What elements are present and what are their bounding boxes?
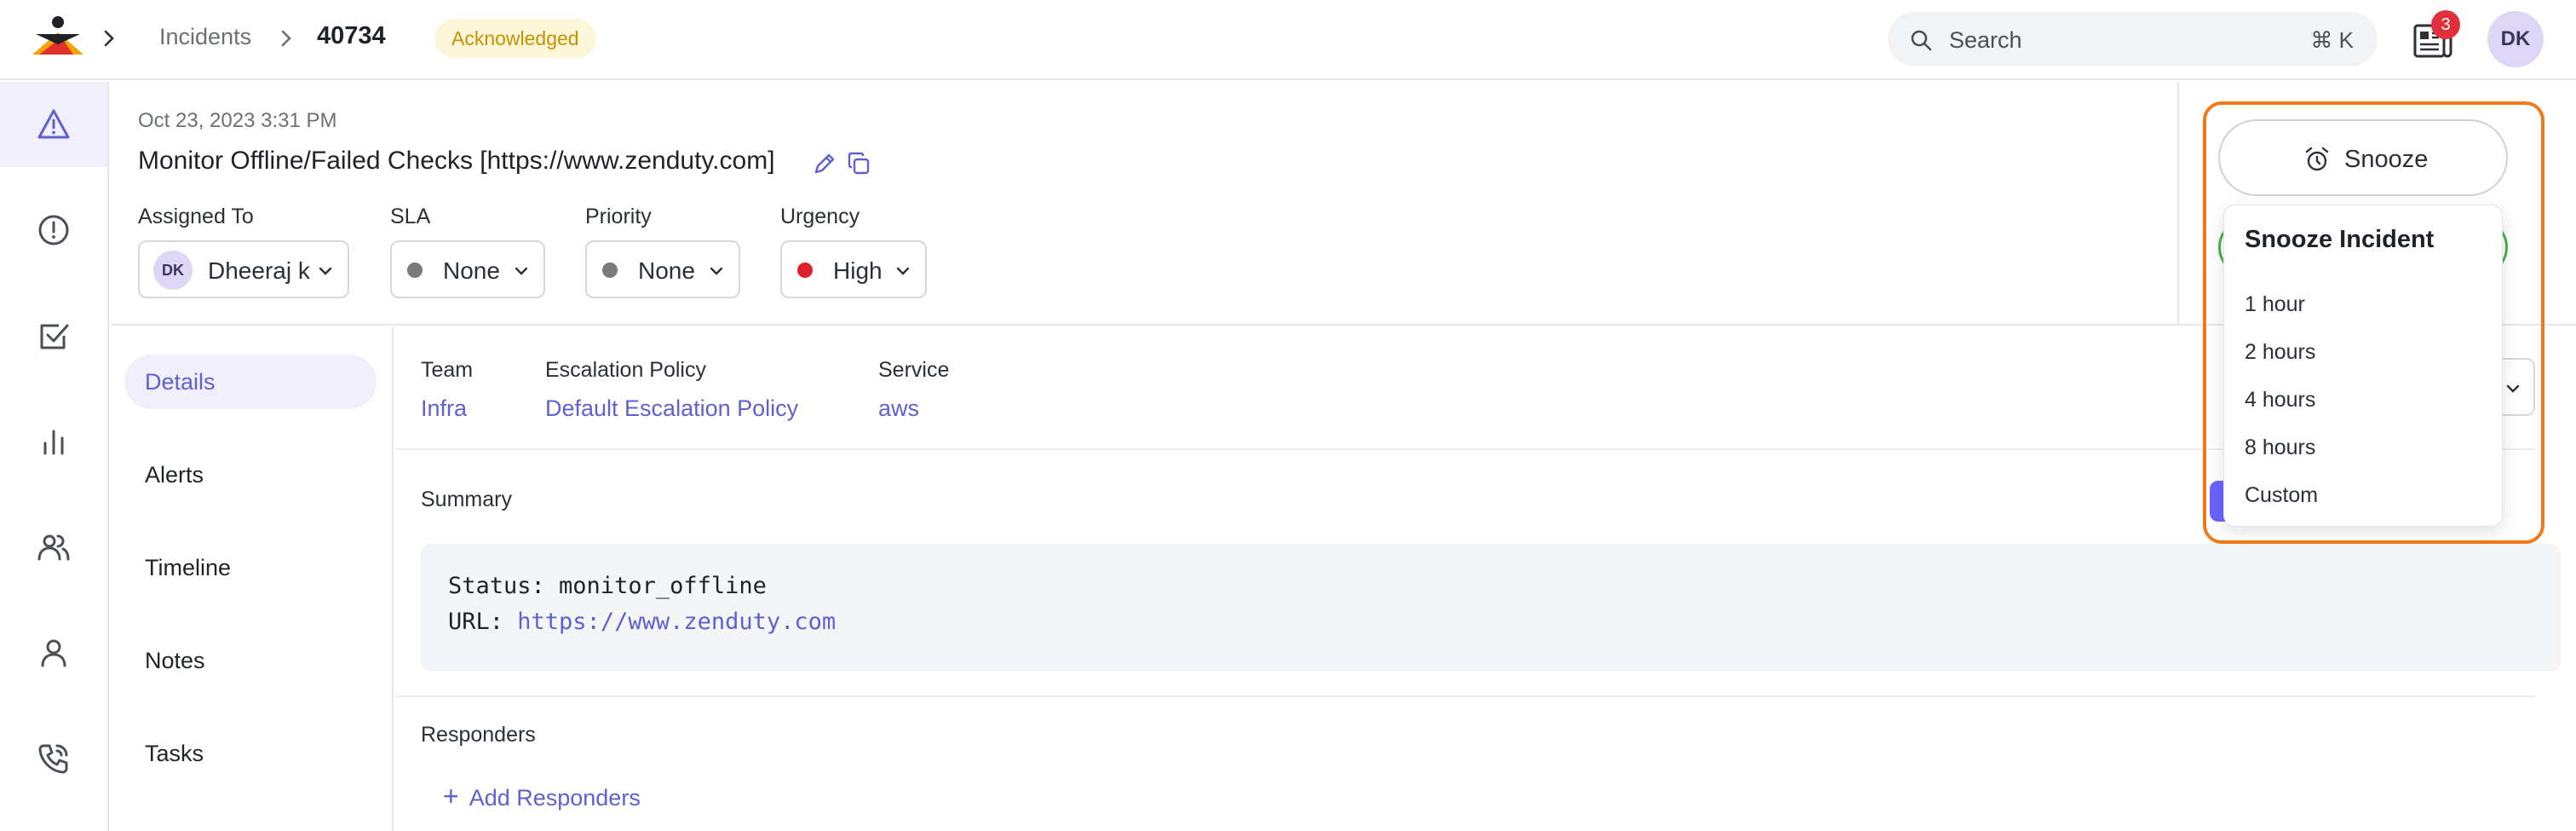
subnav-label: Details	[145, 369, 216, 395]
search-input[interactable]: Search ⌘ K	[1888, 12, 2378, 66]
incident-header: Oct 23, 2023 3:31 PM Monitor Offline/Fai…	[111, 82, 2177, 326]
summary-url-link[interactable]: https://www.zenduty.com	[517, 609, 836, 635]
snooze-button[interactable]: Snooze	[2218, 119, 2508, 196]
subnav-alerts[interactable]: Alerts	[124, 447, 377, 502]
checkbox-icon	[40, 324, 69, 349]
priority-dot	[602, 263, 618, 278]
alarm-clock-icon	[2305, 147, 2329, 171]
rail-calls[interactable]	[0, 716, 107, 801]
user-avatar[interactable]: DK	[2487, 11, 2544, 67]
assignee-avatar: DK	[153, 251, 193, 290]
incident-subnav: Details Alerts Timeline Notes Tasks	[111, 327, 394, 831]
service-label: Service	[878, 358, 950, 382]
rail-incidents[interactable]	[0, 82, 107, 167]
snooze-option-4-hours[interactable]: 4 hours	[2245, 388, 2315, 413]
assignee-name: Dheeraj k	[208, 257, 310, 284]
alert-circle-icon	[38, 215, 69, 245]
summary-status-key: Status:	[448, 573, 560, 599]
rail-teams[interactable]	[0, 505, 107, 590]
users-icon	[37, 534, 70, 561]
status-badge: Acknowledged	[434, 19, 596, 58]
urgency-dot	[797, 263, 813, 278]
incident-date: Oct 23, 2023 3:31 PM	[138, 109, 337, 132]
zenduty-logo-icon[interactable]	[32, 15, 83, 56]
urgency-select[interactable]: High	[780, 240, 927, 298]
chevron-right-icon	[281, 30, 291, 47]
phone-icon	[38, 744, 68, 774]
sla-label: SLA	[390, 205, 431, 228]
summary-url-key: URL:	[448, 609, 518, 635]
chevron-down-icon	[515, 267, 528, 275]
chevron-down-icon	[896, 267, 910, 275]
assigned-to-select[interactable]: DK Dheeraj k	[138, 240, 349, 298]
subnav-label: Notes	[145, 648, 205, 673]
subnav-label: Alerts	[145, 462, 204, 488]
add-responders-button[interactable]: + Add Responders	[443, 781, 641, 812]
subnav-tasks[interactable]: Tasks	[124, 726, 377, 781]
search-placeholder: Search	[1949, 27, 2022, 53]
copy-icon[interactable]	[845, 150, 872, 177]
divider	[395, 695, 2535, 697]
chevron-down-icon	[319, 267, 332, 275]
breadcrumb-incidents[interactable]: Incidents	[159, 24, 251, 50]
chevron-right-icon[interactable]	[101, 26, 118, 51]
subnav-label: Tasks	[145, 741, 204, 766]
snooze-menu-title: Snooze Incident	[2245, 226, 2435, 253]
bar-chart-icon	[43, 430, 64, 455]
snooze-option-1-hour[interactable]: 1 hour	[2245, 292, 2305, 317]
assigned-to-label: Assigned To	[138, 205, 254, 228]
snooze-button-label: Snooze	[2344, 146, 2429, 173]
snooze-menu: Snooze Incident 1 hour 2 hours 4 hours 8…	[2223, 205, 2503, 527]
summary-code-block: Status: monitor_offline URL: https://www…	[421, 544, 2561, 672]
notification-count-badge: 3	[2431, 10, 2460, 39]
search-icon	[1911, 30, 1932, 51]
escalation-policy-label: Escalation Policy	[545, 358, 706, 382]
search-shortcut: ⌘ K	[2310, 27, 2354, 53]
incident-title: Monitor Offline/Failed Checks [https://w…	[138, 147, 775, 175]
summary-label: Summary	[421, 488, 512, 511]
subnav-notes[interactable]: Notes	[124, 633, 377, 688]
rail-tasks[interactable]	[0, 293, 107, 378]
top-bar: Incidents 40734 Acknowledged Search ⌘ K …	[0, 0, 2576, 80]
pencil-icon[interactable]	[811, 150, 838, 177]
sla-value: None	[443, 257, 500, 284]
snooze-option-custom[interactable]: Custom	[2245, 483, 2318, 508]
left-rail	[0, 82, 109, 831]
summary-status-value: monitor_offline	[559, 573, 767, 599]
warning-triangle-icon	[37, 109, 70, 139]
team-link[interactable]: Infra	[421, 395, 467, 422]
subnav-details[interactable]: Details	[124, 355, 377, 409]
priority-value: None	[638, 257, 695, 284]
team-label: Team	[421, 358, 474, 382]
urgency-value: High	[833, 257, 883, 284]
escalation-policy-link[interactable]: Default Escalation Policy	[545, 395, 798, 422]
priority-select[interactable]: None	[585, 240, 740, 298]
rail-alerts[interactable]	[0, 188, 107, 273]
urgency-label: Urgency	[780, 205, 860, 228]
priority-label: Priority	[585, 205, 652, 228]
sla-select[interactable]: None	[390, 240, 545, 298]
plus-icon: +	[443, 781, 459, 811]
add-responders-label: Add Responders	[469, 785, 641, 811]
summary-url-line: URL: https://www.zenduty.com	[448, 609, 836, 635]
subnav-timeline[interactable]: Timeline	[124, 540, 377, 595]
snooze-option-2-hours[interactable]: 2 hours	[2245, 340, 2315, 365]
subnav-label: Timeline	[145, 555, 232, 580]
summary-status-line: Status: monitor_offline	[448, 573, 767, 599]
responders-label: Responders	[421, 723, 536, 747]
chevron-down-icon	[710, 267, 723, 275]
user-icon	[41, 639, 66, 667]
snooze-option-8-hours[interactable]: 8 hours	[2245, 436, 2315, 460]
rail-profile[interactable]	[0, 610, 107, 695]
rail-analytics[interactable]	[0, 399, 107, 484]
incident-id: 40734	[317, 22, 386, 49]
sla-dot	[407, 263, 423, 278]
service-link[interactable]: aws	[878, 395, 919, 422]
